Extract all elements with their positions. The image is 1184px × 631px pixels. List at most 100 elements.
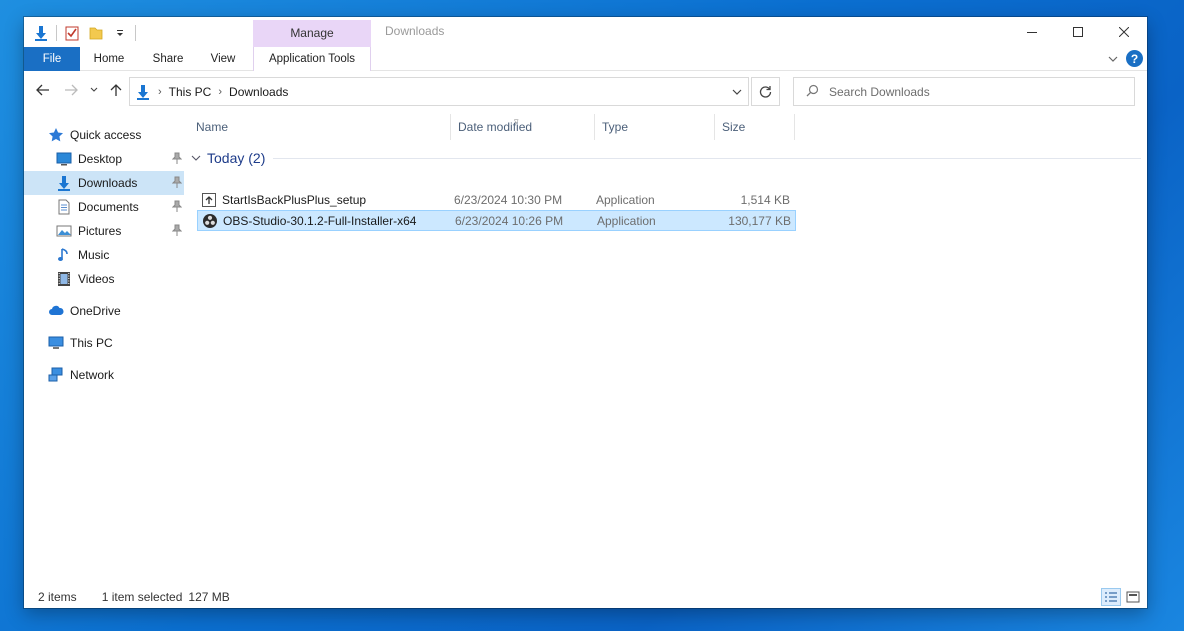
downloads-icon xyxy=(56,175,72,191)
download-arrow-icon[interactable] xyxy=(32,24,50,42)
quick-access-toolbar xyxy=(32,22,136,44)
onedrive-cloud-icon xyxy=(48,303,64,319)
new-folder-icon[interactable] xyxy=(87,24,105,42)
file-name-cell: OBS-Studio-30.1.2-Full-Installer-x64 xyxy=(198,213,453,229)
properties-icon[interactable] xyxy=(63,24,81,42)
maximize-button[interactable] xyxy=(1055,17,1101,47)
sidebar-item-quick-access[interactable]: Quick access xyxy=(24,123,184,147)
column-name[interactable]: Name xyxy=(189,114,451,140)
search-box[interactable] xyxy=(793,77,1135,106)
network-icon xyxy=(48,367,64,383)
customize-qat-icon[interactable] xyxy=(111,24,129,42)
obs-studio-icon xyxy=(202,213,218,229)
refresh-button[interactable] xyxy=(751,77,780,106)
search-input[interactable] xyxy=(829,84,1109,99)
sidebar-label-desktop: Desktop xyxy=(78,152,123,166)
minimize-button[interactable] xyxy=(1009,17,1055,47)
file-date: 6/23/2024 10:30 PM xyxy=(454,192,563,207)
column-type[interactable]: Type xyxy=(595,114,715,140)
status-bar: 2 items 1 item selected 127 MB xyxy=(24,586,1147,608)
tab-view[interactable]: View xyxy=(205,47,241,71)
sidebar-item-music[interactable]: Music xyxy=(24,243,184,267)
manage-tab[interactable]: Manage xyxy=(253,20,371,47)
pin-icon[interactable] xyxy=(171,200,183,215)
column-headers: Name ▿ Date modified Type Size xyxy=(189,114,795,140)
column-size[interactable]: Size xyxy=(715,114,795,140)
breadcrumb-this-pc[interactable]: This PC xyxy=(169,78,212,105)
expand-ribbon-icon[interactable] xyxy=(1108,52,1118,66)
column-date-modified-label: Date modified xyxy=(458,120,533,134)
sidebar-item-pictures[interactable]: Pictures xyxy=(24,219,184,243)
forward-button[interactable] xyxy=(62,80,80,100)
details-view-icon[interactable] xyxy=(1101,588,1121,606)
file-list: Name ▿ Date modified Type Size Today (2)… xyxy=(189,114,1141,584)
group-title: Today (2) xyxy=(207,150,266,166)
file-size: 1,514 KB xyxy=(740,192,790,207)
status-selected-size: 127 MB xyxy=(188,590,230,604)
desktop-icon xyxy=(56,151,72,167)
qat-separator xyxy=(135,25,136,41)
file-name: StartIsBackPlusPlus_setup xyxy=(222,192,367,207)
back-button[interactable] xyxy=(34,80,52,100)
file-type: Application xyxy=(596,192,655,207)
sidebar-item-onedrive[interactable]: OneDrive xyxy=(24,299,184,323)
sidebar-item-downloads[interactable]: Downloads xyxy=(24,171,184,195)
sidebar-label-network: Network xyxy=(70,368,115,382)
address-bar[interactable]: › This PC › Downloads xyxy=(129,77,749,106)
sidebar-item-videos[interactable]: Videos xyxy=(24,267,184,291)
sidebar-label-documents: Documents xyxy=(78,200,139,214)
star-icon xyxy=(48,127,64,143)
tab-home[interactable]: Home xyxy=(88,47,130,71)
sidebar-item-this-pc[interactable]: This PC xyxy=(24,331,184,355)
videos-icon xyxy=(56,271,72,287)
file-size: 130,177 KB xyxy=(728,213,791,228)
view-switcher xyxy=(1101,588,1143,606)
installer-app-icon xyxy=(201,192,217,208)
large-icons-view-icon[interactable] xyxy=(1123,588,1143,606)
up-button[interactable] xyxy=(107,80,125,100)
sidebar-label-pictures: Pictures xyxy=(78,224,122,238)
title-bar: Manage Downloads xyxy=(24,17,1147,47)
breadcrumb-separator-icon: › xyxy=(158,85,162,98)
tab-application-tools[interactable]: Application Tools xyxy=(253,47,371,71)
pin-icon[interactable] xyxy=(171,152,183,167)
ribbon-right-controls: ? xyxy=(1108,50,1143,67)
recent-locations-button[interactable] xyxy=(88,80,100,100)
sidebar-label-downloads: Downloads xyxy=(78,176,138,190)
sidebar-item-desktop[interactable]: Desktop xyxy=(24,147,184,171)
qat-separator xyxy=(56,25,57,41)
tab-file[interactable]: File xyxy=(24,47,80,71)
breadcrumb-separator-icon: › xyxy=(218,85,223,98)
table-row-selected[interactable]: OBS-Studio-30.1.2-Full-Installer-x64 6/2… xyxy=(197,210,796,231)
sidebar-item-network[interactable]: Network xyxy=(24,363,184,387)
navigation-pane: Quick access Desktop Downloads Documents… xyxy=(24,123,184,387)
sidebar-label-onedrive: OneDrive xyxy=(70,304,121,318)
sidebar-item-documents[interactable]: Documents xyxy=(24,195,184,219)
sort-caret-icon: ▿ xyxy=(514,116,519,126)
ribbon-tabs: File Home Share View Application Tools ? xyxy=(24,47,1147,71)
address-dropdown-icon[interactable] xyxy=(726,78,748,105)
documents-icon xyxy=(56,199,72,215)
help-icon[interactable]: ? xyxy=(1126,50,1143,67)
downloads-icon xyxy=(135,84,151,100)
group-header-today[interactable]: Today (2) xyxy=(189,147,1141,169)
status-selected-count: 1 item selected xyxy=(101,590,183,604)
file-date: 6/23/2024 10:26 PM xyxy=(455,213,564,228)
close-button[interactable] xyxy=(1101,17,1147,47)
tab-share[interactable]: Share xyxy=(148,47,188,71)
table-row[interactable]: StartIsBackPlusPlus_setup 6/23/2024 10:3… xyxy=(197,189,796,210)
group-divider xyxy=(273,157,1141,159)
sidebar-label-videos: Videos xyxy=(78,272,115,286)
pin-icon[interactable] xyxy=(171,224,183,239)
window-controls xyxy=(1009,17,1147,47)
collapse-chevron-icon[interactable] xyxy=(191,155,201,162)
navigation-bar: › This PC › Downloads xyxy=(24,72,1147,108)
explorer-window: Manage Downloads File Home Share View Ap… xyxy=(24,17,1147,608)
sidebar-label-this-pc: This PC xyxy=(70,336,113,350)
breadcrumb-downloads[interactable]: Downloads xyxy=(229,78,288,105)
pin-icon[interactable] xyxy=(171,176,183,191)
column-date-modified[interactable]: ▿ Date modified xyxy=(451,114,595,140)
